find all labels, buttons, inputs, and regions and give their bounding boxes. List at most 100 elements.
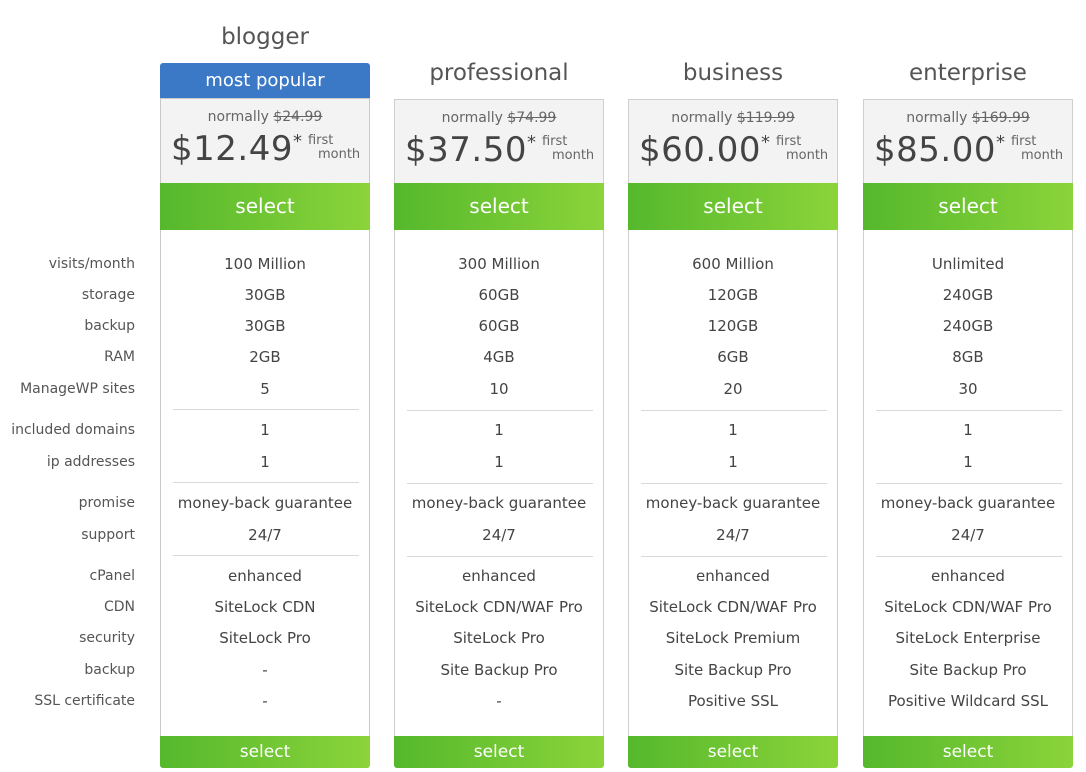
price-box: normally $169.99 $85.00* first month bbox=[864, 100, 1072, 184]
plan-blogger: blogger most popular normally $24.99 $12… bbox=[160, 0, 370, 772]
ssl-value: - bbox=[262, 692, 268, 710]
cpanel-value: enhanced bbox=[931, 567, 1005, 585]
backup-value: 60GB bbox=[478, 317, 520, 335]
promise-value: money-back guarantee bbox=[411, 494, 587, 512]
cdn-value: SiteLock CDN/WAF Pro bbox=[884, 598, 1052, 616]
storage-value: 240GB bbox=[942, 286, 994, 304]
normally-label: normally bbox=[207, 109, 269, 125]
backup-value: 30GB bbox=[244, 317, 286, 335]
price-line: $60.00* first month bbox=[639, 130, 828, 170]
divider bbox=[173, 409, 359, 410]
domains-value: 1 bbox=[963, 421, 973, 439]
support-value: 24/7 bbox=[248, 526, 282, 544]
label-visits: visits/month bbox=[48, 256, 135, 272]
select-button-bottom[interactable]: select bbox=[160, 736, 370, 768]
label-cdn: CDN bbox=[103, 599, 135, 615]
select-button-top[interactable]: select bbox=[863, 183, 1073, 230]
cpanel-value: enhanced bbox=[696, 567, 770, 585]
managewp-value: 5 bbox=[260, 380, 270, 398]
ip-value: 1 bbox=[728, 453, 738, 471]
label-promise: promise bbox=[78, 495, 135, 511]
first-month-note: first month bbox=[542, 135, 594, 163]
select-button-top[interactable]: select bbox=[160, 183, 370, 230]
security-value: SiteLock Pro bbox=[219, 629, 311, 647]
cdn-value: SiteLock CDN/WAF Pro bbox=[649, 598, 817, 616]
divider bbox=[876, 410, 1062, 411]
most-popular-badge: most popular bbox=[160, 63, 370, 98]
plan-title: professional bbox=[429, 60, 569, 86]
promise-value: money-back guarantee bbox=[177, 494, 353, 512]
divider bbox=[641, 483, 827, 484]
storage-value: 120GB bbox=[707, 286, 759, 304]
visits-value: Unlimited bbox=[931, 255, 1005, 273]
price: $12.49 bbox=[171, 129, 293, 169]
select-button-bottom[interactable]: select bbox=[628, 736, 838, 768]
price-line: $37.50* first month bbox=[405, 130, 594, 170]
select-button-top[interactable]: select bbox=[628, 183, 838, 230]
cdn-value: SiteLock CDN bbox=[214, 598, 316, 616]
first-label: first bbox=[541, 134, 568, 149]
ip-value: 1 bbox=[494, 453, 504, 471]
ram-value: 8GB bbox=[952, 348, 984, 366]
security-value: SiteLock Premium bbox=[665, 629, 801, 647]
plan-enterprise: enterprise normally $169.99 $85.00* first… bbox=[863, 0, 1073, 772]
normally-label: normally bbox=[906, 110, 968, 126]
old-price: $24.99 bbox=[273, 109, 323, 125]
old-price: $169.99 bbox=[971, 110, 1030, 126]
price-box: normally $24.99 $12.49* first month bbox=[161, 99, 369, 183]
label-managewp: ManageWP sites bbox=[20, 381, 135, 397]
security-value: SiteLock Enterprise bbox=[895, 629, 1041, 647]
backup2-value: - bbox=[262, 661, 268, 679]
label-ssl: SSL certificate bbox=[34, 693, 135, 709]
first-month-note: first month bbox=[776, 135, 828, 163]
visits-value: 100 Million bbox=[224, 255, 306, 273]
label-domains: included domains bbox=[11, 422, 135, 438]
security-value: SiteLock Pro bbox=[453, 629, 545, 647]
normally-price: normally $169.99 bbox=[864, 110, 1072, 126]
divider bbox=[641, 410, 827, 411]
backup-value: 120GB bbox=[707, 317, 759, 335]
divider bbox=[173, 482, 359, 483]
support-value: 24/7 bbox=[482, 526, 516, 544]
normally-label: normally bbox=[671, 110, 733, 126]
label-backup: backup bbox=[84, 318, 135, 334]
cpanel-value: enhanced bbox=[462, 567, 536, 585]
domains-value: 1 bbox=[260, 421, 270, 439]
plan-title: blogger bbox=[221, 24, 309, 50]
old-price: $119.99 bbox=[736, 110, 795, 126]
price-asterisk: * bbox=[995, 132, 1005, 153]
ssl-value: Positive Wildcard SSL bbox=[888, 692, 1048, 710]
select-button-top[interactable]: select bbox=[394, 183, 604, 230]
select-button-bottom[interactable]: select bbox=[863, 736, 1073, 768]
label-cpanel: cPanel bbox=[89, 568, 135, 584]
normally-price: normally $74.99 bbox=[395, 110, 603, 126]
first-month-note: first month bbox=[1011, 135, 1063, 163]
divider bbox=[876, 483, 1062, 484]
first-label: first bbox=[1010, 134, 1037, 149]
price-asterisk: * bbox=[526, 132, 536, 153]
label-storage: storage bbox=[81, 287, 135, 303]
price-asterisk: * bbox=[760, 132, 770, 153]
select-button-bottom[interactable]: select bbox=[394, 736, 604, 768]
price-asterisk: * bbox=[292, 131, 302, 152]
ram-value: 2GB bbox=[249, 348, 281, 366]
label-backup2: backup bbox=[84, 662, 135, 678]
storage-value: 60GB bbox=[478, 286, 520, 304]
promise-value: money-back guarantee bbox=[880, 494, 1056, 512]
divider bbox=[407, 556, 593, 557]
plan-professional: professional normally $74.99 $37.50* firs… bbox=[394, 0, 604, 772]
promise-value: money-back guarantee bbox=[645, 494, 821, 512]
normally-label: normally bbox=[441, 110, 503, 126]
storage-value: 30GB bbox=[244, 286, 286, 304]
plan-title: enterprise bbox=[909, 60, 1027, 86]
price-box: normally $74.99 $37.50* first month bbox=[395, 100, 603, 184]
first-label: first bbox=[775, 134, 802, 149]
plan-title: business bbox=[682, 60, 784, 86]
backup2-value: Site Backup Pro bbox=[674, 661, 792, 679]
backup-value: 240GB bbox=[942, 317, 994, 335]
backup2-value: Site Backup Pro bbox=[440, 661, 558, 679]
normally-price: normally $24.99 bbox=[161, 109, 369, 125]
price: $60.00 bbox=[639, 130, 761, 170]
price: $85.00 bbox=[874, 130, 996, 170]
month-label: month bbox=[1020, 148, 1064, 163]
